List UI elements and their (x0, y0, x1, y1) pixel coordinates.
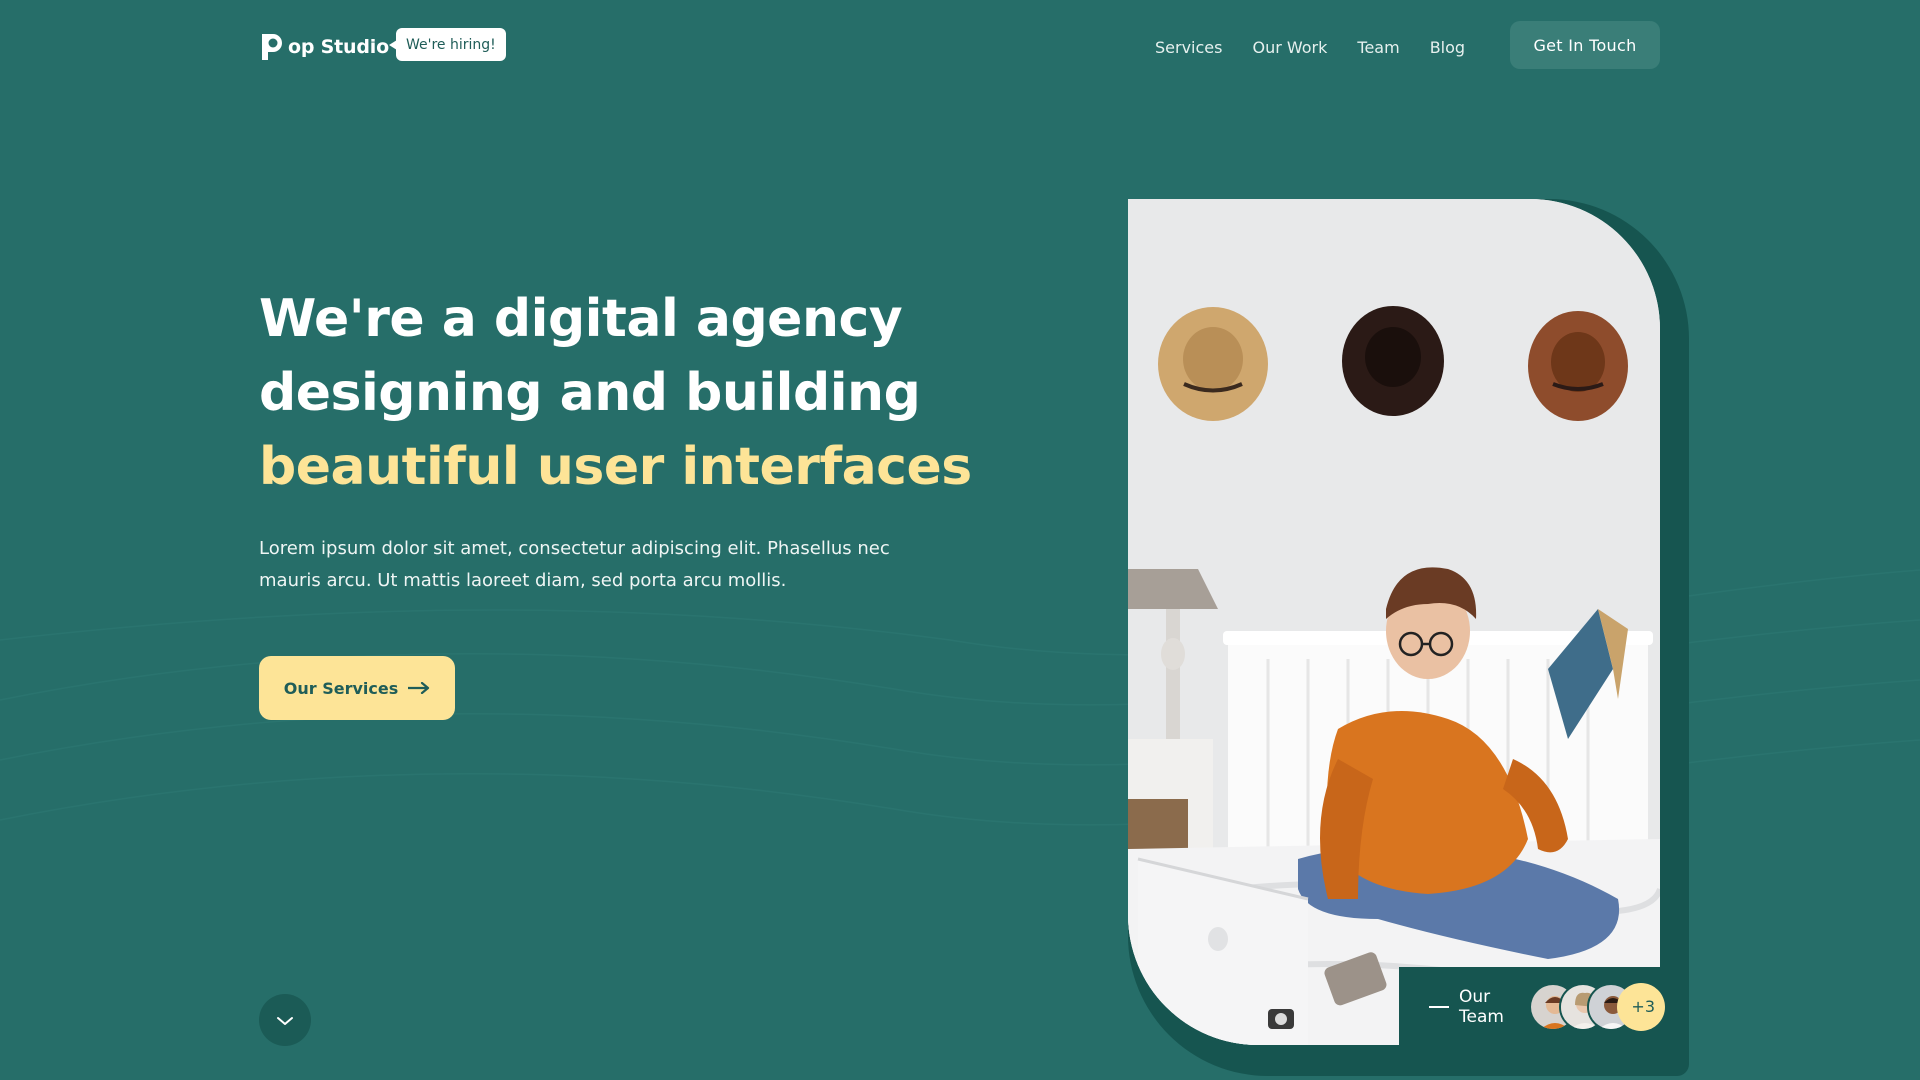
team-avatars[interactable]: +3 (1529, 982, 1665, 1031)
hero-description: Lorem ipsum dolor sit amet, consectetur … (259, 538, 890, 591)
get-in-touch-button[interactable]: Get In Touch (1510, 21, 1660, 69)
nav-item-team[interactable]: Team (1357, 38, 1399, 57)
hero-headline: We're a digital agency designing and bui… (259, 282, 972, 504)
nav-item-services[interactable]: Services (1155, 38, 1222, 57)
our-services-button[interactable]: Our Services (259, 656, 455, 720)
main-nav: Services Our Work Team Blog (1155, 38, 1495, 57)
our-team-panel[interactable]: Our Team +3 (1399, 967, 1665, 1046)
nav-item-our-work[interactable]: Our Work (1252, 38, 1327, 57)
hiring-badge[interactable]: We're hiring! (389, 28, 506, 61)
scroll-down-button[interactable] (259, 994, 311, 1046)
nav-item-blog[interactable]: Blog (1430, 38, 1465, 57)
logo-mark-icon (259, 32, 287, 62)
our-team-label-line-1: Our (1459, 986, 1491, 1007)
camera-icon (1268, 1009, 1294, 1029)
hat-black (1342, 306, 1444, 416)
our-team-label: Our Team (1459, 987, 1511, 1027)
headline-line-1: We're a digital agency (259, 289, 903, 349)
hat-straw (1158, 307, 1268, 421)
hat-brown (1528, 311, 1628, 421)
more-members-badge[interactable]: +3 (1617, 982, 1665, 1031)
arrow-right-icon (407, 678, 430, 699)
brand-name: op Studio (288, 36, 389, 58)
chevron-down-icon (276, 1011, 294, 1030)
site-header: op Studio We're hiring! Services Our Wor… (0, 0, 1920, 95)
headline-accent: beautiful user interfaces (259, 437, 972, 497)
dash-icon (1429, 1005, 1449, 1008)
brand-logo[interactable]: op Studio (259, 30, 389, 64)
our-services-label: Our Services (283, 678, 399, 698)
our-team-label-line-2: Team (1459, 1006, 1504, 1027)
hero-photo (1128, 199, 1660, 1045)
headline-line-2: designing and building (259, 363, 921, 423)
